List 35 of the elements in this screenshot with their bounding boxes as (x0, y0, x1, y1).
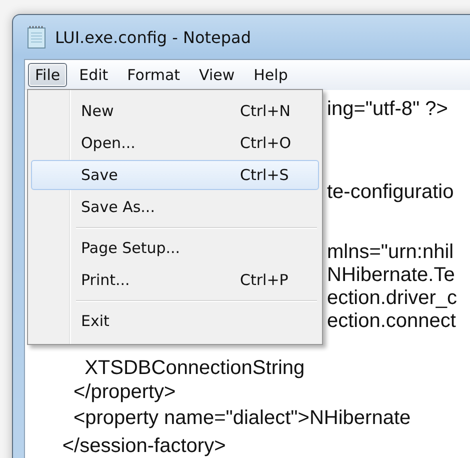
menu-item[interactable]: Print... Ctrl+P (31, 265, 319, 295)
code-line: XTSDBConnectionString (84, 357, 305, 380)
code-line: <property name="dialect">NHibernate (72, 407, 411, 430)
code-line: ing="utf-8" ?> (327, 97, 448, 121)
menu-item-label: New (81, 102, 114, 120)
menu-bar-item[interactable]: Format (120, 63, 188, 87)
menu-item[interactable]: Exit (31, 306, 319, 336)
code-line: </session-factory> (61, 435, 226, 458)
code-line: </property> (72, 381, 176, 404)
menu-item-label: Save As... (81, 198, 155, 216)
shortcut-label: Ctrl+S (240, 166, 289, 184)
menu-item[interactable]: New Ctrl+N (31, 96, 319, 126)
code-line: ection.driver_c (327, 287, 458, 310)
code-line: te-configuratio (327, 181, 454, 204)
menu-item[interactable]: Save Ctrl+S (31, 160, 319, 190)
menu-bar-item[interactable]: Help (246, 63, 295, 87)
shortcut-label: Ctrl+O (240, 134, 292, 152)
menu-item-label: Print... (81, 271, 130, 289)
notepad-icon (26, 25, 48, 49)
menu-item-label: Save (81, 166, 118, 184)
menu-item-label: Exit (81, 312, 110, 330)
menu-item-label: Open... (81, 134, 136, 152)
shortcut-label: Ctrl+P (240, 271, 288, 289)
menu-item[interactable]: Page Setup... (31, 233, 319, 263)
menu-bar-item[interactable]: File (28, 63, 68, 87)
menu-item-label: Page Setup... (81, 239, 180, 257)
window-title: LUI.exe.config - Notepad (55, 28, 251, 46)
menu-item[interactable]: Save As... (31, 192, 319, 222)
code-line: NHibernate.Te (327, 264, 455, 287)
code-line: ection.connect (327, 310, 456, 333)
menu-item[interactable]: Open... Ctrl+O (31, 128, 319, 158)
code-line: mlns="urn:nhil (327, 241, 454, 264)
menu-bar-item[interactable]: Edit (72, 63, 116, 87)
menu-bar-item[interactable]: View (192, 63, 242, 87)
shortcut-label: Ctrl+N (240, 102, 290, 120)
